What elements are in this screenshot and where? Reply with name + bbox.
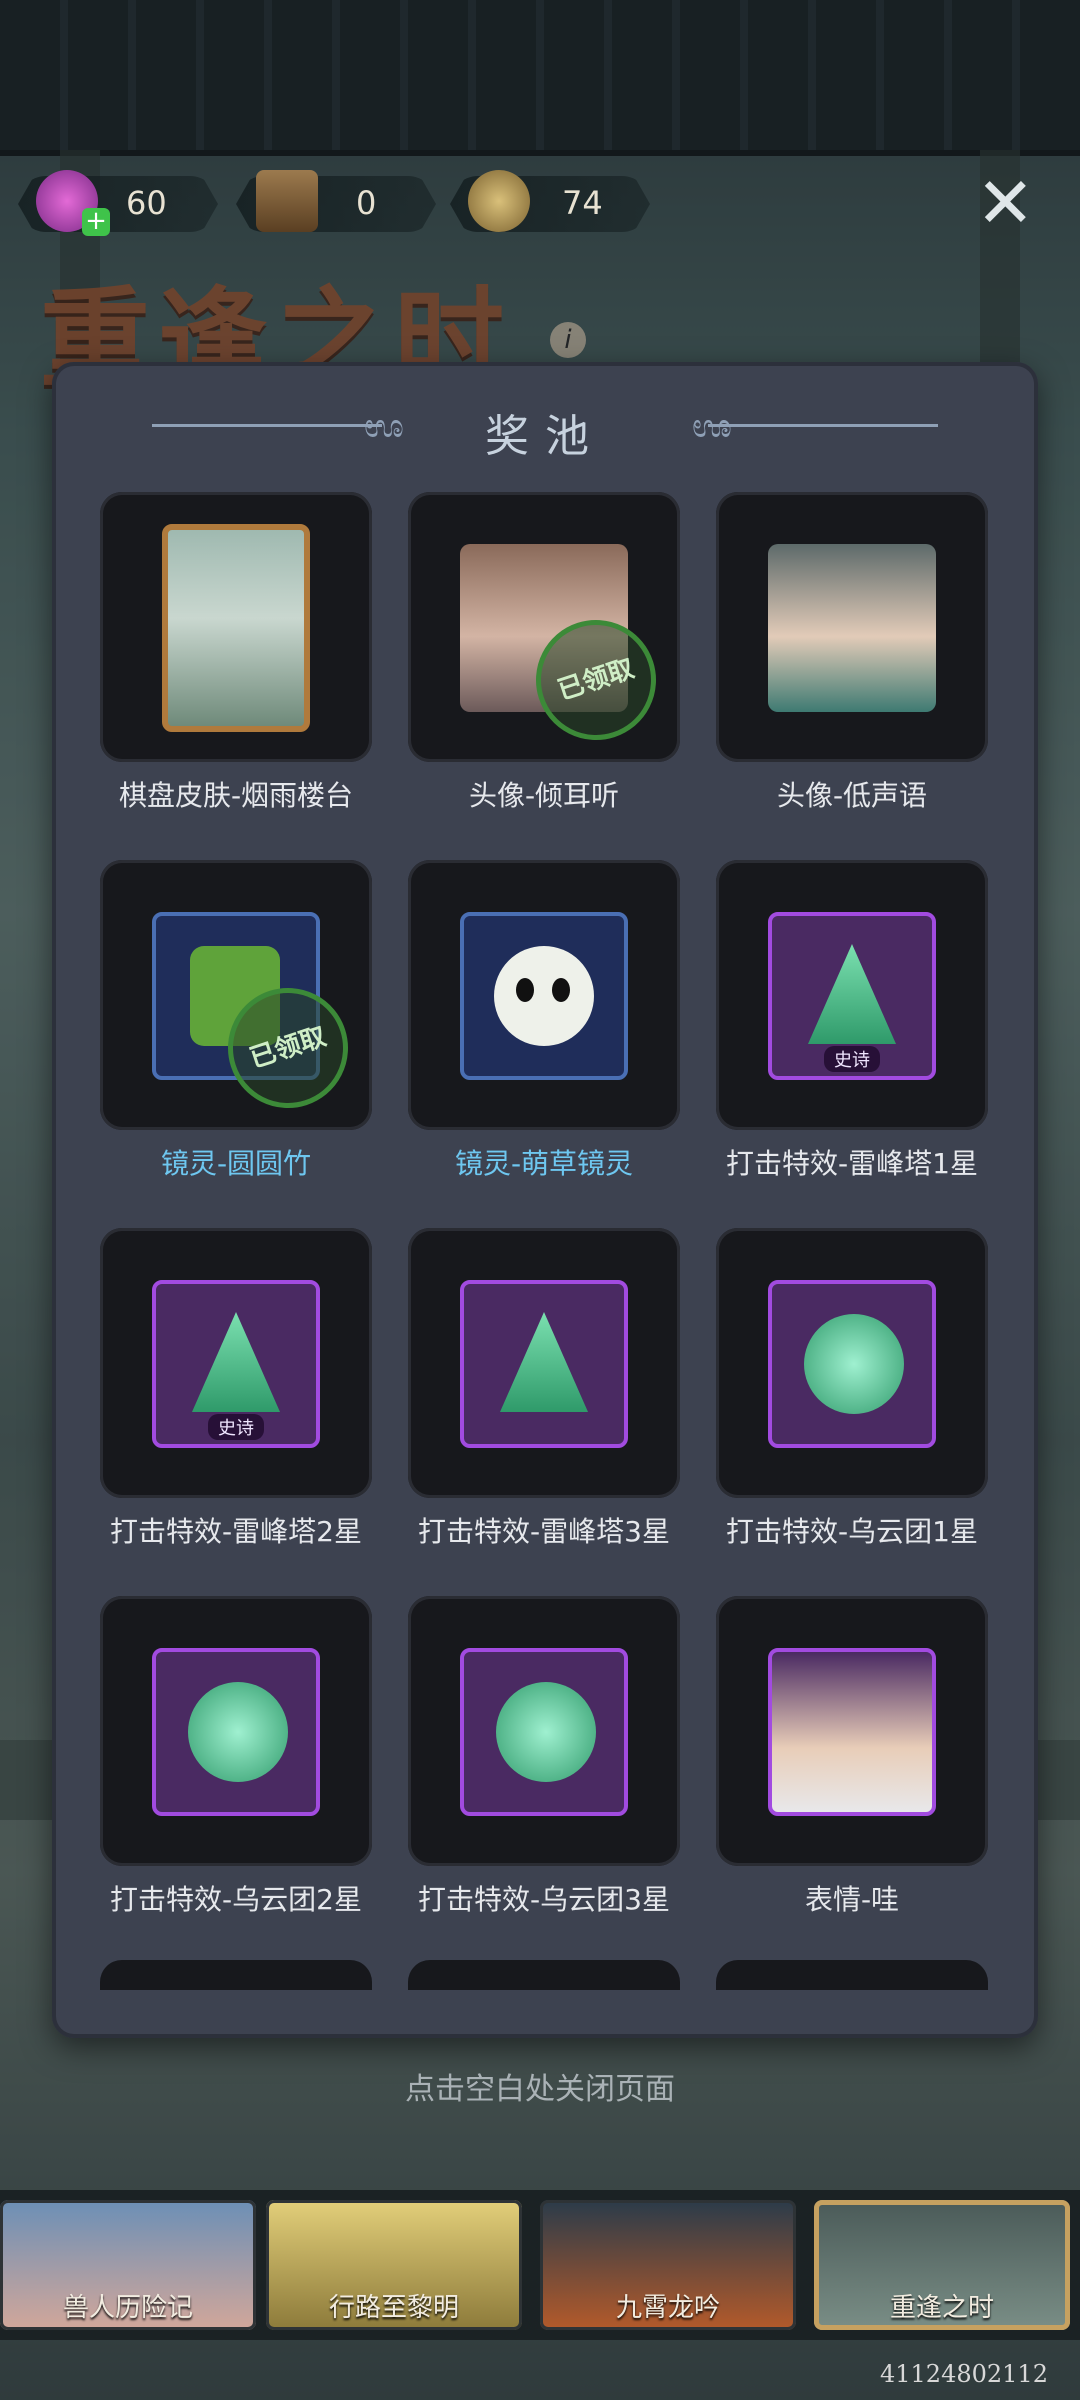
reward-card-partial[interactable]	[100, 1960, 372, 1990]
close-hint: 点击空白处关闭页面	[405, 2072, 675, 2107]
avatar-image	[768, 544, 936, 712]
reward-label: 表情-哇	[804, 1883, 900, 1916]
candy-count: 60	[126, 184, 167, 222]
reward-pool-panel: ಊ 奖池 ಊ 棋盘皮肤-烟雨楼台 已领取 头像-倾耳听 头像-低声语 已领取 镜…	[52, 362, 1038, 2038]
rarity-tag: 史诗	[208, 1414, 264, 1440]
reward-card[interactable]	[100, 1596, 372, 1866]
close-icon[interactable]: ✕	[976, 168, 1035, 238]
coin-icon	[468, 170, 530, 232]
effect-image	[152, 1648, 320, 1816]
effect-image	[460, 1280, 628, 1448]
reward-card[interactable]	[408, 860, 680, 1130]
reward-label: 打击特效-雷峰塔3星	[418, 1515, 670, 1548]
reward-label: 头像-低声语	[776, 779, 928, 812]
reward-label: 打击特效-乌云团3星	[418, 1883, 670, 1916]
reward-card[interactable]	[716, 1596, 988, 1866]
effect-image: 史诗	[768, 912, 936, 1080]
reward-card-partial[interactable]	[408, 1960, 680, 1990]
reward-label: 镜灵-萌草镜灵	[454, 1147, 634, 1180]
reward-card-partial[interactable]	[716, 1960, 988, 1990]
sprite-image	[460, 912, 628, 1080]
reward-label: 棋盘皮肤-烟雨楼台	[118, 779, 354, 812]
tab-event-4[interactable]: 重逢之时	[814, 2200, 1070, 2330]
book-icon	[256, 170, 318, 232]
reward-label: 打击特效-乌云团2星	[110, 1883, 362, 1916]
title-divider-right	[708, 424, 938, 427]
book-count: 0	[356, 184, 377, 222]
tab-event-1[interactable]: 兽人历险记	[0, 2200, 256, 2330]
tab-label: 行路至黎明	[328, 2293, 459, 2323]
effect-image: 史诗	[152, 1280, 320, 1448]
tab-label: 重逢之时	[889, 2293, 994, 2323]
panel-title: 奖池	[485, 411, 605, 462]
tab-event-3[interactable]: 九霄龙吟	[540, 2200, 796, 2330]
tab-label: 九霄龙吟	[615, 2293, 720, 2323]
reward-label: 打击特效-乌云团1星	[726, 1515, 978, 1548]
reward-label: 打击特效-雷峰塔2星	[110, 1515, 362, 1548]
reward-card[interactable]: 史诗	[716, 860, 988, 1130]
chessboard-skin-image	[162, 524, 310, 732]
reward-card[interactable]: 已领取	[408, 492, 680, 762]
user-id: 41124802112	[880, 2360, 1048, 2388]
emote-image	[768, 1648, 936, 1816]
reward-card[interactable]: 史诗	[100, 1228, 372, 1498]
reward-card[interactable]	[100, 492, 372, 762]
tab-label: 兽人历险记	[62, 2293, 193, 2323]
reward-label: 头像-倾耳听	[468, 779, 620, 812]
reward-card[interactable]	[408, 1228, 680, 1498]
reward-card[interactable]: 已领取	[100, 860, 372, 1130]
reward-label: 镜灵-圆圆竹	[160, 1147, 312, 1180]
reward-card[interactable]	[716, 492, 988, 762]
reward-label: 打击特效-雷峰塔1星	[726, 1147, 978, 1180]
add-candy-icon[interactable]: +	[82, 208, 110, 236]
effect-image	[768, 1280, 936, 1448]
tab-event-2[interactable]: 行路至黎明	[266, 2200, 522, 2330]
coin-count: 74	[562, 184, 603, 222]
effect-image	[460, 1648, 628, 1816]
reward-card[interactable]	[716, 1228, 988, 1498]
reward-card[interactable]	[408, 1596, 680, 1866]
rarity-tag: 史诗	[824, 1046, 880, 1072]
